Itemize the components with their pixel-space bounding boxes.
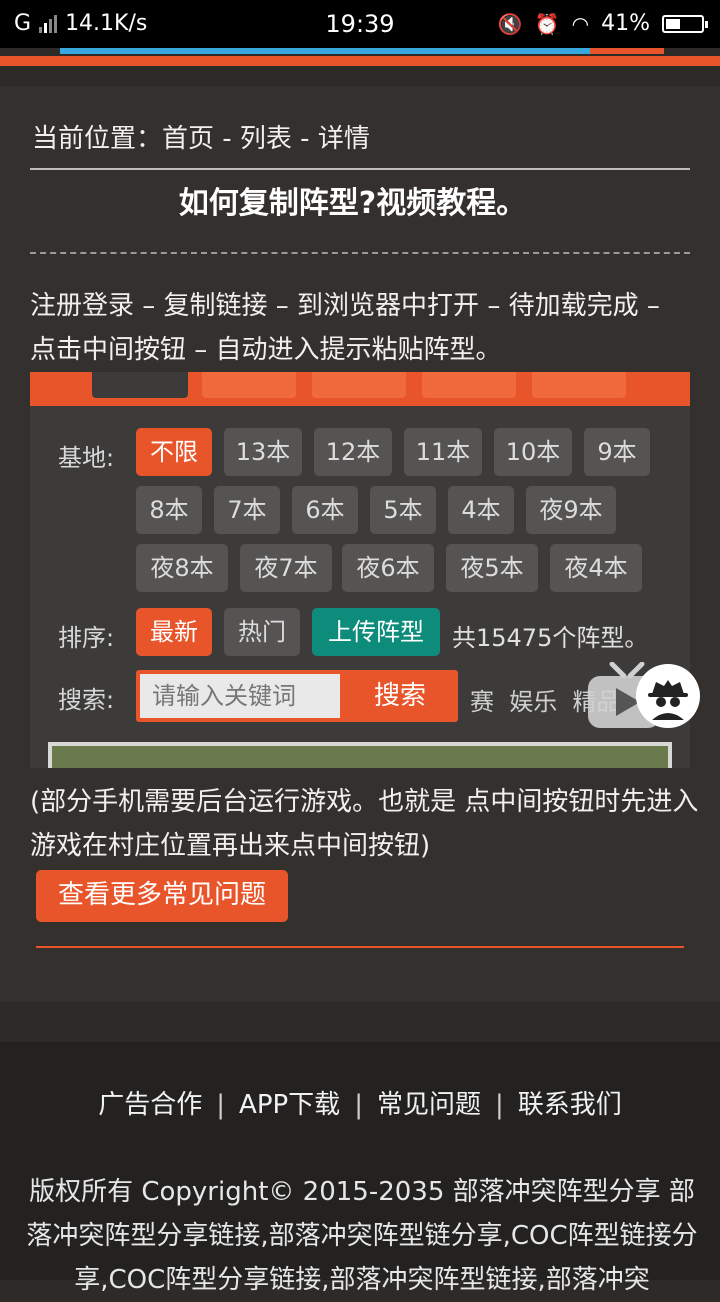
steps-text: 注册登录 – 复制链接 – 到浏览器中打开 – 待加载完成 – 点击中间按钮 –… bbox=[30, 291, 660, 365]
base-option: 不限 bbox=[136, 428, 212, 476]
base-option: 夜9本 bbox=[526, 486, 616, 534]
footer-link-app[interactable]: APP下载 bbox=[239, 1090, 340, 1120]
dashed-divider bbox=[30, 252, 690, 254]
base-option: 4本 bbox=[448, 486, 514, 534]
mute-icon: 🔇 bbox=[497, 11, 523, 36]
footer-links: 广告合作 | APP下载 | 常见问题 | 联系我们 bbox=[0, 1084, 720, 1121]
footer-separator: | bbox=[354, 1090, 363, 1120]
base-option: 9本 bbox=[584, 428, 650, 476]
header-strip bbox=[0, 48, 720, 70]
page-title: 如何复制阵型?视频教程。 bbox=[178, 186, 527, 221]
copyright-text: 版权所有 Copyright© 2015-2035 部落冲突阵型分享 部落冲突阵… bbox=[26, 1177, 698, 1295]
base-option: 7本 bbox=[214, 486, 280, 534]
breadcrumb: 当前位置：首页 - 列表 - 详情 bbox=[32, 124, 370, 154]
footer-separator: | bbox=[494, 1090, 504, 1120]
base-option: 5本 bbox=[370, 486, 436, 534]
base-option: 夜7本 bbox=[240, 544, 332, 592]
base-option: 8本 bbox=[136, 486, 202, 534]
divider bbox=[36, 946, 684, 948]
base-option: 夜8本 bbox=[136, 544, 228, 592]
map-thumbnail bbox=[48, 742, 672, 768]
sort-option: 热门 bbox=[224, 608, 300, 656]
battery-icon bbox=[662, 14, 708, 33]
upload-option: 上传阵型 bbox=[312, 608, 440, 656]
base-option: 夜4本 bbox=[550, 544, 642, 592]
base-option: 6本 bbox=[292, 486, 358, 534]
footer-separator: | bbox=[216, 1090, 226, 1120]
sort-option: 最新 bbox=[136, 608, 212, 656]
total-count: 共15475个阵型。 bbox=[452, 624, 649, 652]
search-input: 请输入关键词 bbox=[140, 674, 340, 718]
search-box: 请输入关键词 搜索 bbox=[136, 670, 458, 722]
search-button: 搜索 bbox=[373, 681, 426, 711]
footer-link-ads[interactable]: 广告合作 bbox=[98, 1090, 202, 1120]
alarm-icon: ⏰ bbox=[534, 11, 560, 36]
status-bar: G 14.1K/s 19:39 🔇 ⏰ ◠ 41% bbox=[0, 0, 720, 48]
footer-link-contact[interactable]: 联系我们 bbox=[518, 1090, 622, 1120]
divider bbox=[30, 168, 690, 170]
footer-link-faq[interactable]: 常见问题 bbox=[377, 1090, 481, 1120]
more-faq-button[interactable]: 查看更多常见问题 bbox=[36, 870, 288, 922]
base-option: 11本 bbox=[404, 428, 482, 476]
base-option: 夜5本 bbox=[446, 544, 538, 592]
base-option: 13本 bbox=[224, 428, 302, 476]
base-option: 12本 bbox=[314, 428, 392, 476]
base-option: 10本 bbox=[494, 428, 572, 476]
search-label: 搜索: bbox=[58, 686, 115, 714]
note-text: (部分手机需要后台运行游戏。也就是 点中间按钮时先进入游戏在村庄位置再出来点中间… bbox=[30, 787, 699, 861]
incognito-icon[interactable] bbox=[636, 664, 700, 728]
wifi-icon: ◠ bbox=[571, 11, 590, 36]
base-label: 基地: bbox=[58, 444, 115, 472]
base-option: 夜6本 bbox=[342, 544, 434, 592]
battery-percent: 41% bbox=[601, 11, 650, 36]
sort-label: 排序: bbox=[58, 624, 115, 652]
